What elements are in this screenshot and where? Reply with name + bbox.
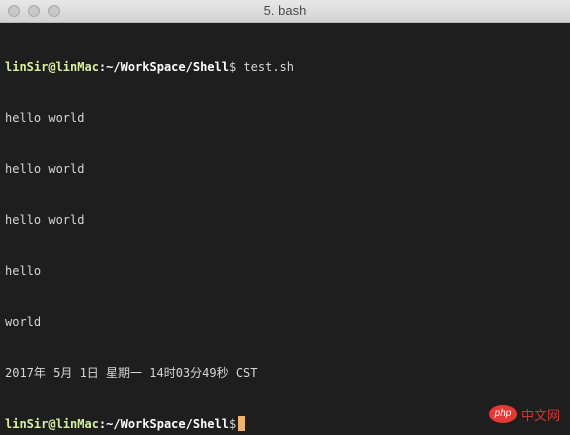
prompt-user: linSir@linMac [5,417,99,431]
php-logo-icon: php [488,405,517,423]
output-line: hello world [5,111,85,125]
prompt-user: linSir@linMac [5,60,99,74]
prompt-line[interactable]: linSir@linMac:~/WorkSpace/Shell$ [5,416,565,433]
output-line: world [5,315,42,329]
terminal-window: 5. bash linSir@linMac:~/WorkSpace/Shell$… [0,0,570,435]
prompt-path: :~/WorkSpace/Shell [98,417,229,431]
text-cursor [238,416,246,431]
title-bar[interactable]: 5. bash [0,0,570,23]
output-line: hello [5,264,42,278]
output-line: hello world [5,213,85,227]
prompt-line: linSir@linMac:~/WorkSpace/Shell$ test.sh [5,59,565,76]
window-title: 5. bash [263,3,307,18]
terminal-content[interactable]: linSir@linMac:~/WorkSpace/Shell$ test.sh… [5,25,565,431]
watermark: php 中文网 [488,403,560,425]
output-line: 2017年 5月 1日 星期一 14时03分49秒 CST [5,366,258,380]
prompt-symbol: $ [228,417,237,431]
command-text: test.sh [236,60,294,74]
watermark-badge-text: php [494,408,512,419]
watermark-text: 中文网 [520,408,560,424]
output-line: hello world [5,162,85,176]
prompt-path: :~/WorkSpace/Shell [98,60,229,74]
